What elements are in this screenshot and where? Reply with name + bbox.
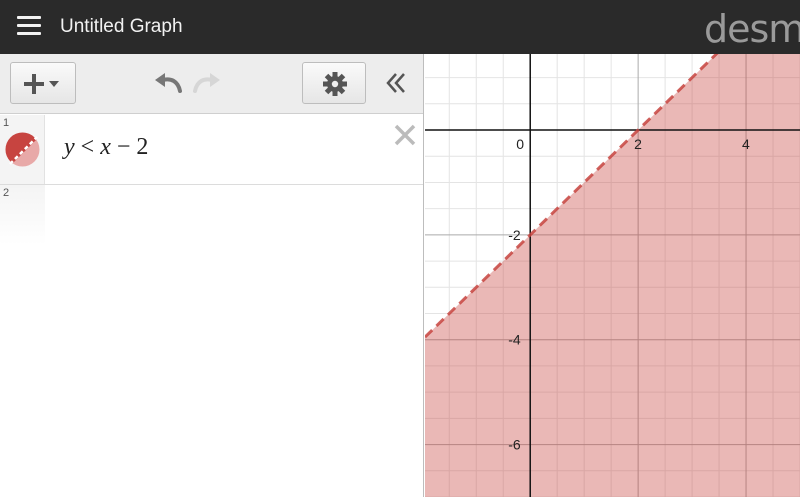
y-tick-label-neg6: -6 xyxy=(508,437,521,453)
x-tick-label-0: 0 xyxy=(516,136,524,152)
y-tick-label-neg4: -4 xyxy=(508,332,521,348)
settings-button[interactable] xyxy=(302,62,366,104)
math-var-x: x xyxy=(100,134,111,160)
graph-canvas[interactable]: 0 2 4 -2 -4 -6 xyxy=(425,54,800,497)
gear-icon xyxy=(323,72,347,96)
menu-icon[interactable] xyxy=(17,16,41,36)
plus-icon xyxy=(24,74,59,94)
expression-index: 2 xyxy=(3,187,10,199)
top-bar: Untitled Graph desmos xyxy=(0,0,800,54)
expression-math[interactable]: y < x −2 xyxy=(64,134,148,161)
expression-row[interactable]: 2 xyxy=(0,185,423,245)
inequality-color-icon[interactable] xyxy=(5,132,40,167)
graph-title[interactable]: Untitled Graph xyxy=(60,16,183,38)
math-const: 2 xyxy=(136,134,149,160)
y-tick-label-neg2: -2 xyxy=(508,227,521,243)
desmos-logo: desmos xyxy=(704,7,800,51)
expression-panel: 1 y < x −2 2 xyxy=(0,54,424,497)
close-icon[interactable] xyxy=(393,123,417,147)
expression-row[interactable]: 1 y < x −2 xyxy=(0,115,423,185)
expression-index: 1 xyxy=(3,117,10,129)
expression-gutter: 2 xyxy=(0,185,45,245)
add-item-button[interactable] xyxy=(10,62,76,104)
redo-icon[interactable] xyxy=(192,70,222,96)
x-tick-label-4: 4 xyxy=(742,136,750,152)
chevron-down-icon xyxy=(49,81,59,87)
expression-toolbar xyxy=(0,54,423,114)
math-var-y: y xyxy=(64,134,75,160)
math-op-lt: < xyxy=(80,134,95,160)
math-op-minus: − xyxy=(116,134,131,160)
x-tick-label-2: 2 xyxy=(634,136,642,152)
expression-gutter: 1 xyxy=(0,115,45,184)
inequality-shaded-region xyxy=(425,54,800,497)
undo-icon[interactable] xyxy=(153,70,183,96)
collapse-panel-icon[interactable] xyxy=(384,70,408,96)
